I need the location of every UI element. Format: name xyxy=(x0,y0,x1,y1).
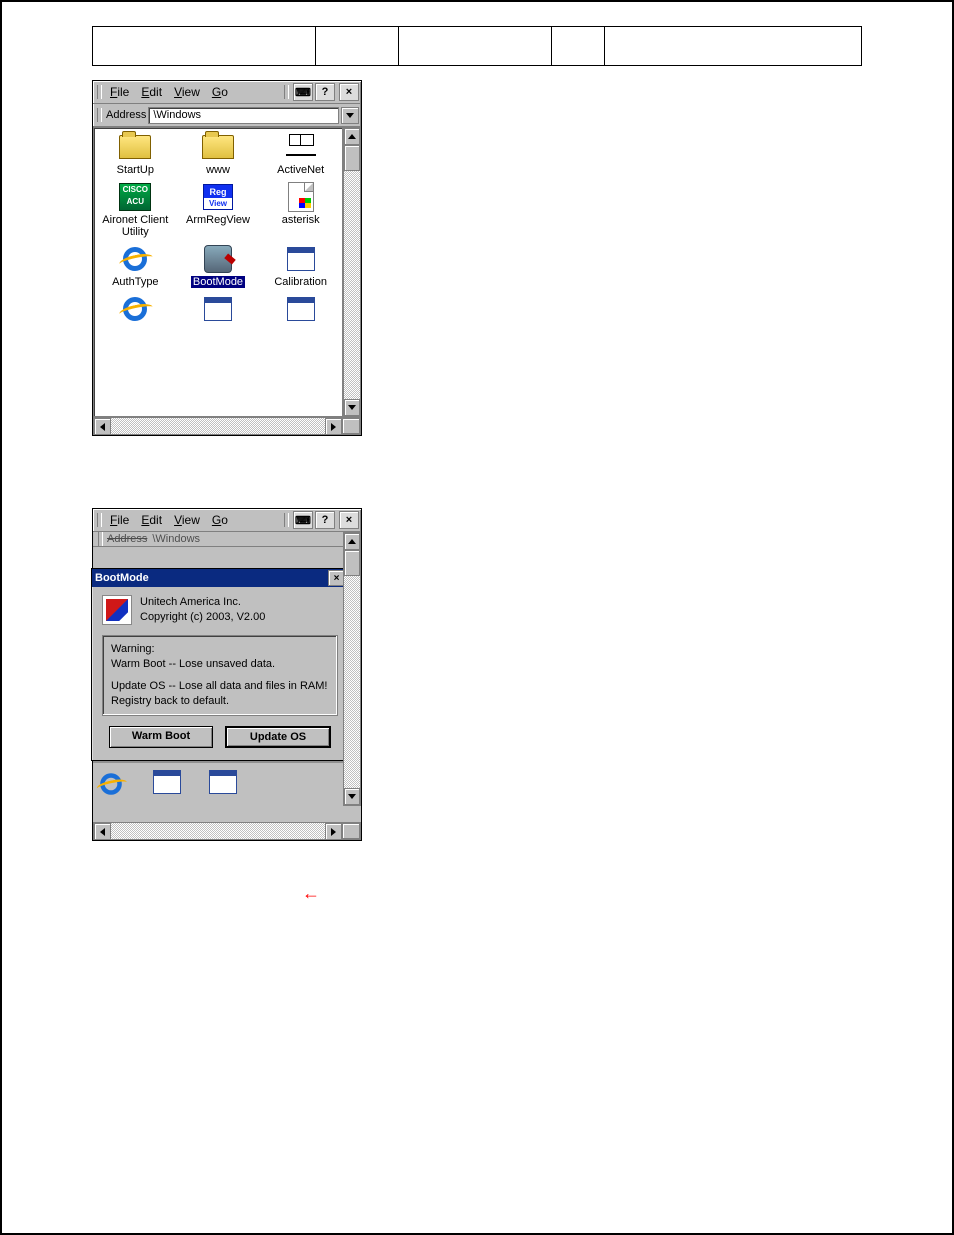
ie-icon xyxy=(121,245,149,273)
address-bar: Address \Windows xyxy=(93,104,361,127)
horizontal-scrollbar[interactable] xyxy=(93,417,361,435)
window-icon xyxy=(209,770,237,794)
warning-line-2: Update OS -- Lose all data and files in … xyxy=(111,679,329,709)
folder-icon xyxy=(119,135,151,159)
address-label: Address xyxy=(104,109,148,121)
dialog-title-text: BootMode xyxy=(95,572,149,584)
sizegrip xyxy=(342,823,360,839)
item-activenet[interactable]: ActiveNet xyxy=(259,132,342,176)
rebar-grip xyxy=(98,532,103,546)
menu-view[interactable]: View xyxy=(168,512,206,528)
vendor-text: Unitech America Inc. xyxy=(140,595,338,610)
scroll-track[interactable] xyxy=(111,823,325,839)
item-partial-ie[interactable] xyxy=(94,294,177,326)
warning-heading: Warning: xyxy=(111,642,329,657)
item-partial-win1[interactable] xyxy=(177,294,260,326)
menu-go[interactable]: Go xyxy=(206,512,234,528)
unitech-logo-icon xyxy=(102,595,132,625)
window-icon xyxy=(153,770,181,794)
doc-header-table xyxy=(92,26,862,66)
dialog-titlebar[interactable]: BootMode × xyxy=(92,569,348,587)
update-os-button[interactable]: Update OS xyxy=(225,726,331,748)
scroll-up-button[interactable] xyxy=(344,533,360,550)
scroll-right-button[interactable] xyxy=(325,823,342,840)
file-icon xyxy=(288,182,314,212)
close-button[interactable]: × xyxy=(339,83,359,101)
bootmode-dialog: BootMode × Unitech America Inc. Copyrigh… xyxy=(91,568,349,761)
rebar-grip[interactable] xyxy=(284,85,289,99)
explorer-window-1: File Edit View Go ⌨ ? × Address \Windows… xyxy=(92,80,362,436)
address-field[interactable]: \Windows xyxy=(148,107,339,124)
ie-icon xyxy=(98,771,123,796)
warning-panel: Warning: Warm Boot -- Lose unsaved data.… xyxy=(102,635,338,716)
rebar-grip[interactable] xyxy=(97,108,102,122)
menu-edit[interactable]: Edit xyxy=(135,512,168,528)
scroll-track[interactable] xyxy=(111,418,325,434)
menu-view[interactable]: View xyxy=(168,84,206,100)
copyright-text: Copyright (c) 2003, V2.00 xyxy=(140,610,338,625)
address-dropdown[interactable] xyxy=(341,107,359,124)
red-arrow-annotation: ← xyxy=(302,883,320,904)
bootmode-icon xyxy=(204,245,232,273)
rebar-grip[interactable] xyxy=(97,513,102,527)
folder-icon xyxy=(202,135,234,159)
item-startup[interactable]: StartUp xyxy=(94,132,177,176)
menu-file[interactable]: File xyxy=(104,84,135,100)
horizontal-scrollbar[interactable] xyxy=(93,822,361,840)
address-label: Address xyxy=(105,533,149,545)
rebar-grip[interactable] xyxy=(284,513,289,527)
sizegrip xyxy=(342,418,360,434)
window-icon xyxy=(204,297,232,321)
scroll-down-button[interactable] xyxy=(344,788,360,805)
address-bar-partial: Address \Windows xyxy=(93,532,361,547)
item-bootmode[interactable]: BootMode xyxy=(177,244,260,288)
warm-boot-button[interactable]: Warm Boot xyxy=(109,726,213,748)
item-partial-win2[interactable] xyxy=(259,294,342,326)
scroll-thumb[interactable] xyxy=(344,550,360,576)
menu-go[interactable]: Go xyxy=(206,84,234,100)
explorer-window-2: File Edit View Go ⌨ ? × Address \Windows… xyxy=(92,508,362,841)
vertical-scrollbar[interactable] xyxy=(343,127,361,417)
item-www[interactable]: www xyxy=(177,132,260,176)
item-aironet[interactable]: CISCOACUAironet Client Utility xyxy=(94,182,177,238)
item-calibration[interactable]: Calibration xyxy=(259,244,342,288)
vertical-scrollbar[interactable] xyxy=(343,532,361,806)
scroll-track[interactable] xyxy=(344,550,360,788)
scroll-left-button[interactable] xyxy=(94,823,111,840)
help-button[interactable]: ? xyxy=(315,83,335,101)
icon-pane[interactable]: StartUp www ActiveNet CISCOACUAironet Cl… xyxy=(93,127,343,417)
menu-file[interactable]: File xyxy=(104,512,135,528)
menubar: File Edit View Go ⌨ ? × xyxy=(93,81,361,104)
scroll-up-button[interactable] xyxy=(344,128,360,145)
ie-icon xyxy=(121,295,149,323)
menubar: File Edit View Go ⌨ ? × xyxy=(93,509,361,532)
scroll-left-button[interactable] xyxy=(94,418,111,435)
window-icon xyxy=(287,297,315,321)
item-armregview[interactable]: RegViewArmRegView xyxy=(177,182,260,238)
background-icons-row xyxy=(93,770,361,806)
close-button[interactable]: × xyxy=(339,511,359,529)
scroll-right-button[interactable] xyxy=(325,418,342,435)
cisco-acu-icon: CISCOACU xyxy=(119,183,151,211)
rebar-grip[interactable] xyxy=(97,85,102,99)
network-icon xyxy=(286,134,316,160)
item-asterisk[interactable]: asterisk xyxy=(259,182,342,238)
regview-icon: RegView xyxy=(203,184,233,210)
item-authtype[interactable]: AuthType xyxy=(94,244,177,288)
keyboard-icon[interactable]: ⌨ xyxy=(293,511,313,529)
scroll-down-button[interactable] xyxy=(344,399,360,416)
menu-edit[interactable]: Edit xyxy=(135,84,168,100)
scroll-thumb[interactable] xyxy=(344,145,360,171)
window-icon xyxy=(287,247,315,271)
scroll-track[interactable] xyxy=(344,145,360,399)
warning-line-1: Warm Boot -- Lose unsaved data. xyxy=(111,657,329,672)
help-button[interactable]: ? xyxy=(315,511,335,529)
keyboard-icon[interactable]: ⌨ xyxy=(293,83,313,101)
